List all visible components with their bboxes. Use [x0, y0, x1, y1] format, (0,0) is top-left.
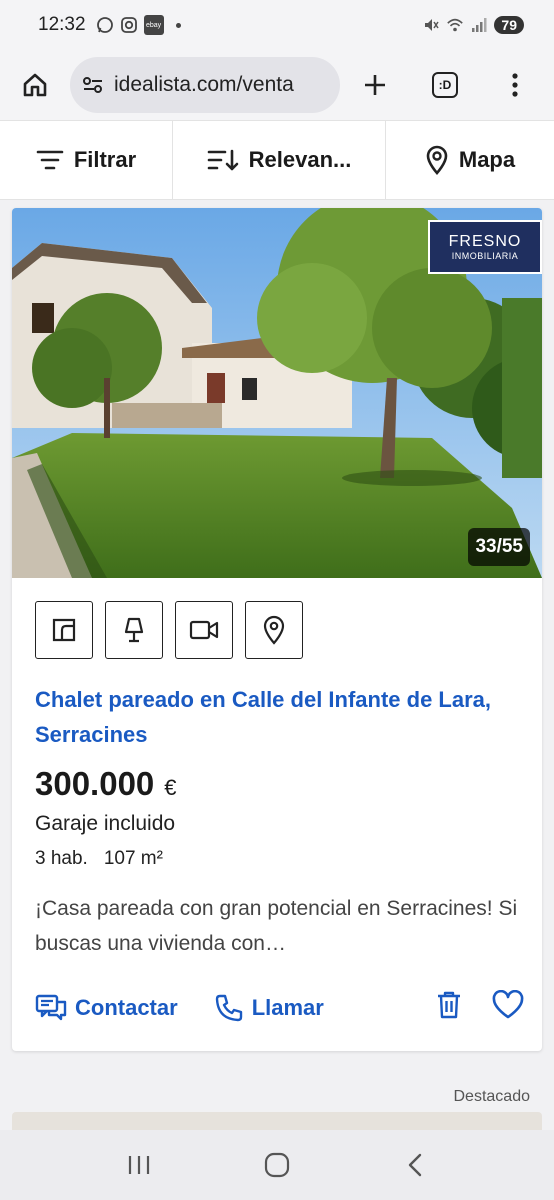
recent-apps-icon: [128, 1156, 150, 1174]
area-size: 107 m²: [103, 848, 163, 869]
featured-badge: Destacado: [453, 1088, 531, 1105]
discard-button[interactable]: [435, 990, 463, 1025]
filter-button[interactable]: Filtrar: [0, 121, 173, 199]
notification-dot-icon: [175, 22, 181, 28]
floorplan-icon: [52, 618, 76, 642]
agency-logo-line2: INMOBILIARIA: [451, 251, 519, 261]
filter-bar: Filtrar Relevan... Mapa: [0, 120, 554, 200]
new-tab-button[interactable]: [340, 50, 410, 120]
phone-icon: [215, 994, 242, 1021]
plus-icon: [365, 75, 385, 95]
mute-icon: [422, 16, 440, 34]
favorite-button[interactable]: [491, 989, 525, 1025]
home-button[interactable]: [0, 50, 70, 120]
status-bar: 12:32 ebay 79: [0, 0, 554, 50]
filter-icon: [36, 150, 64, 170]
listing-price: 300.000: [35, 765, 155, 802]
ebay-icon: ebay: [143, 15, 164, 35]
feature-icons-row: [35, 601, 303, 659]
contact-button[interactable]: Contactar: [35, 993, 178, 1023]
listing-photo[interactable]: FRESNO INMOBILIARIA 33/55: [12, 208, 542, 578]
sort-icon: [207, 149, 238, 171]
listing-specs: 3 hab. 107 m²: [35, 848, 163, 870]
tab-switcher-button[interactable]: :D: [410, 50, 480, 120]
price-row: 300.000 €: [35, 765, 177, 803]
location-button[interactable]: [245, 601, 303, 659]
home-nav-button[interactable]: [247, 1135, 307, 1195]
floorplan-button[interactable]: [35, 601, 93, 659]
chat-icon: [35, 994, 67, 1020]
currency-symbol: €: [164, 775, 177, 800]
listing-actions: Contactar Llamar: [35, 989, 525, 1025]
url-text[interactable]: idealista.com/venta: [114, 73, 294, 97]
call-button[interactable]: Llamar: [214, 993, 324, 1023]
location-pin-icon: [263, 615, 285, 645]
map-pin-icon: [426, 145, 448, 175]
more-vertical-icon: [512, 73, 518, 97]
parking-info: Garaje incluido: [35, 812, 176, 835]
whatsapp-icon: [96, 16, 114, 34]
listing-card[interactable]: FRESNO INMOBILIARIA 33/55 Chalet pareado…: [12, 208, 542, 1051]
video-icon: [189, 620, 219, 640]
browser-menu-button[interactable]: [480, 50, 550, 120]
system-nav-bar: [0, 1130, 554, 1200]
sort-button[interactable]: Relevan...: [173, 121, 386, 199]
back-chevron-icon: [408, 1153, 422, 1177]
photo-counter: 33/55: [468, 528, 530, 566]
map-label: Mapa: [458, 147, 516, 172]
site-settings-icon[interactable]: [82, 75, 104, 95]
instagram-icon: [120, 16, 138, 34]
status-time: 12:32: [38, 14, 86, 35]
call-label: Llamar: [251, 994, 324, 1020]
listing-description[interactable]: ¡Casa pareada con gran potencial en Serr…: [35, 891, 525, 961]
lamp-icon: [124, 617, 144, 643]
contact-label: Contactar: [75, 994, 178, 1020]
home-icon: [23, 73, 47, 97]
address-bar[interactable]: idealista.com/venta: [70, 57, 340, 113]
home-circle-icon: [264, 1152, 290, 1178]
map-button[interactable]: Mapa: [386, 121, 554, 199]
browser-toolbar: idealista.com/venta :D: [0, 50, 554, 120]
filter-label: Filtrar: [73, 147, 137, 172]
rooms-count: 3 hab.: [35, 848, 88, 869]
wifi-icon: [446, 16, 464, 34]
sort-label: Relevan...: [248, 147, 352, 172]
agency-logo[interactable]: FRESNO INMOBILIARIA: [428, 220, 542, 274]
trash-icon: [438, 991, 460, 1019]
recent-apps-button[interactable]: [109, 1135, 169, 1195]
battery-indicator: 79: [494, 16, 524, 34]
listing-title[interactable]: Chalet pareado en Calle del Infante de L…: [35, 682, 505, 752]
heart-icon: [492, 989, 524, 1019]
video-button[interactable]: [175, 601, 233, 659]
tab-switcher-icon: :D: [432, 72, 458, 98]
signal-icon: [470, 16, 488, 34]
back-button[interactable]: [385, 1135, 445, 1195]
agency-logo-line1: FRESNO: [448, 233, 522, 250]
home-staging-button[interactable]: [105, 601, 163, 659]
